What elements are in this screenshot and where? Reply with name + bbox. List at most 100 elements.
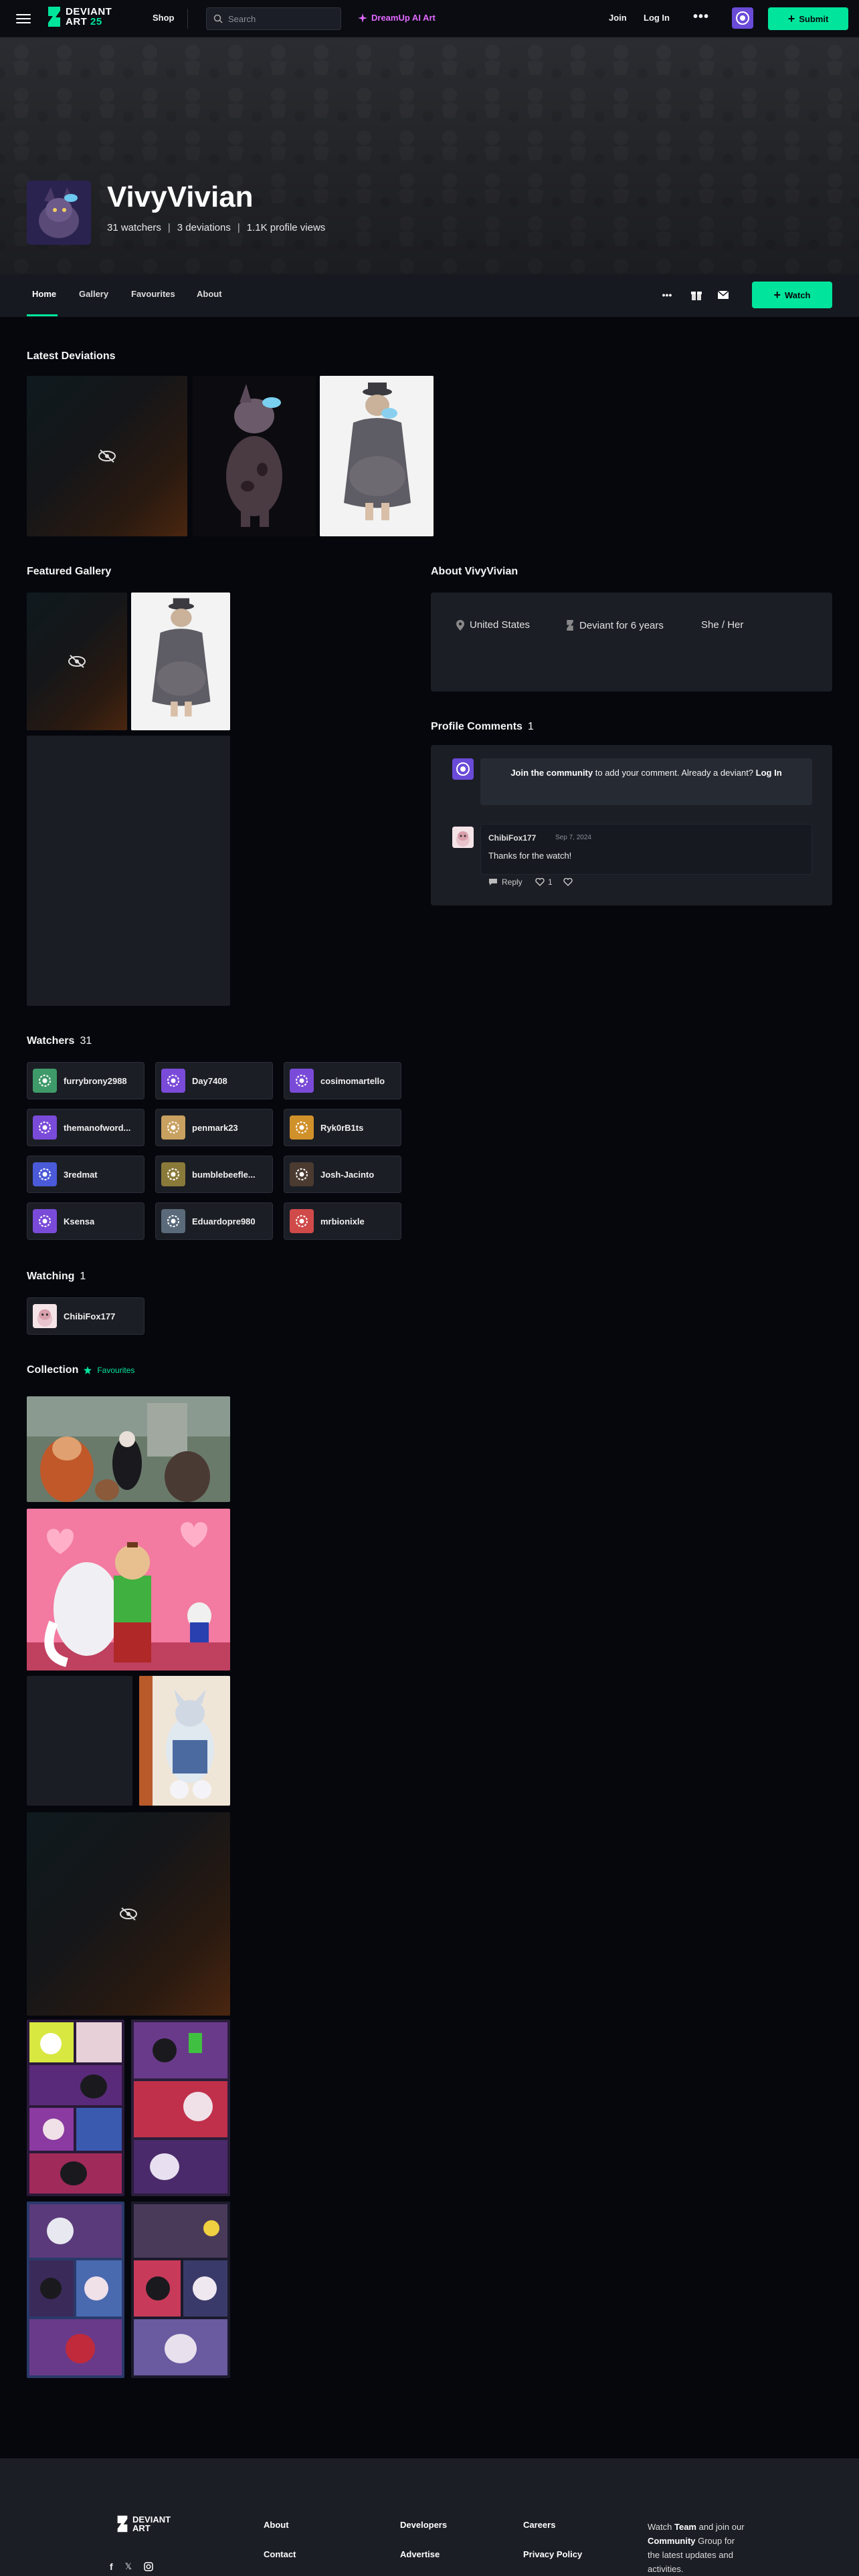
search-icon	[213, 14, 223, 23]
collection-thumbnail[interactable]	[27, 1509, 230, 1671]
footer-link-contact[interactable]: Contact	[264, 2549, 296, 2559]
watcher-item[interactable]: mrbionixle	[284, 1202, 401, 1240]
tab-gallery[interactable]: Gallery	[79, 289, 108, 299]
shop-link[interactable]: Shop	[153, 13, 175, 23]
footer-link-careers[interactable]: Careers	[523, 2520, 555, 2530]
menu-icon[interactable]	[16, 11, 31, 26]
search-box[interactable]	[206, 7, 341, 30]
watcher-avatar	[290, 1209, 314, 1233]
tab-about[interactable]: About	[197, 289, 222, 299]
footer-link-privacy[interactable]: Privacy Policy	[523, 2549, 582, 2559]
profile-avatar[interactable]	[27, 181, 91, 245]
profile-more-button[interactable]: •••	[660, 288, 674, 302]
comment-date: Sep 7, 2024	[555, 834, 591, 841]
banner-pattern	[0, 37, 859, 274]
active-tab-indicator	[27, 314, 58, 316]
collection-art	[27, 2020, 124, 2196]
footer-link-developers[interactable]: Developers	[400, 2520, 447, 2530]
search-input[interactable]	[228, 13, 328, 24]
collection-art	[131, 2020, 230, 2196]
collection-art	[27, 2202, 124, 2378]
tab-favourites[interactable]: Favourites	[131, 289, 175, 299]
team-link[interactable]: Team	[674, 2522, 696, 2532]
submit-button[interactable]: + Submit	[768, 7, 848, 30]
watcher-item[interactable]: bumblebeefle...	[155, 1156, 273, 1193]
deviation-art	[193, 376, 316, 536]
deviations-stat[interactable]: 3 deviations	[177, 222, 231, 233]
logo-line1: DEVIANT	[66, 6, 112, 17]
latest-deviations-title: Latest Deviations	[27, 350, 116, 362]
watcher-item[interactable]: furrybrony2988	[27, 1062, 145, 1099]
logo-badge: 25	[90, 16, 102, 27]
watchers-stat[interactable]: 31 watchers	[107, 222, 161, 233]
collection-art	[131, 2202, 230, 2378]
watcher-item[interactable]: penmark23	[155, 1109, 273, 1146]
instagram-icon[interactable]	[144, 2562, 153, 2571]
comment-login-link[interactable]: Log In	[756, 768, 782, 778]
join-link[interactable]: Join	[609, 13, 627, 23]
deviation-thumbnail[interactable]	[320, 376, 434, 536]
deviation-art	[131, 593, 230, 730]
dislike-button[interactable]	[563, 877, 573, 889]
facebook-icon[interactable]: f	[110, 2561, 113, 2572]
location-pin-icon	[456, 619, 464, 631]
deviation-thumbnail[interactable]	[131, 593, 230, 730]
views-stat: 1.1K profile views	[246, 222, 326, 233]
watcher-item[interactable]: Josh-Jacinto	[284, 1156, 401, 1193]
commenter-avatar[interactable]	[452, 827, 474, 848]
deviantart-logo-icon	[117, 2515, 128, 2533]
collection-thumbnail[interactable]	[27, 1396, 230, 1502]
footer-link-about[interactable]: About	[264, 2520, 289, 2530]
more-menu-button[interactable]: •••	[693, 9, 709, 25]
deviantart-mark-icon	[567, 620, 573, 631]
login-link[interactable]: Log In	[644, 13, 670, 23]
collection-thumbnail[interactable]	[27, 2020, 124, 2196]
collection-thumbnail[interactable]	[131, 2020, 230, 2196]
watcher-item[interactable]: 3redmat	[27, 1156, 145, 1193]
like-button[interactable]: 1	[535, 877, 553, 887]
footer-logo[interactable]: DEVIANT ART	[116, 2514, 171, 2533]
profile-name: VivyVivian	[107, 181, 254, 213]
collection-tag[interactable]: Favourites	[97, 1366, 134, 1375]
gift-icon[interactable]	[689, 288, 704, 302]
watcher-name: cosimomartello	[320, 1075, 385, 1086]
join-community-link[interactable]: Join the community	[510, 768, 593, 778]
watcher-item[interactable]: Ryk0rB1ts	[284, 1109, 401, 1146]
mature-thumbnail[interactable]	[27, 1812, 230, 2016]
user-avatar[interactable]	[732, 7, 753, 29]
deviation-thumbnail[interactable]	[193, 376, 316, 536]
watch-button[interactable]: + Watch	[752, 282, 832, 308]
comment-author[interactable]: ChibiFox177	[488, 833, 536, 843]
message-icon[interactable]	[716, 288, 731, 302]
deviantart-logo[interactable]: DEVIANT ART 25	[47, 5, 112, 28]
footer-watch-team: Watch Team and join our Community Group …	[648, 2520, 748, 2576]
watcher-item[interactable]: Eduardopre980	[155, 1202, 273, 1240]
collection-placeholder[interactable]	[27, 1676, 132, 1806]
reply-button[interactable]: Reply	[488, 877, 522, 887]
pronouns-item: She / Her	[701, 619, 743, 631]
footer-link-advertise[interactable]: Advertise	[400, 2549, 440, 2559]
dreamup-link[interactable]: DreamUp AI Art	[358, 13, 436, 23]
watcher-item[interactable]: themanofword...	[27, 1109, 145, 1146]
watcher-item[interactable]: cosimomartello	[284, 1062, 401, 1099]
watcher-avatar	[161, 1115, 185, 1140]
watching-name: ChibiFox177	[64, 1311, 116, 1321]
community-link[interactable]: Community	[648, 2536, 696, 2546]
collection-thumbnail[interactable]	[139, 1676, 230, 1806]
watcher-name: penmark23	[192, 1122, 238, 1133]
watcher-avatar	[290, 1069, 314, 1093]
tenure-text: Deviant for 6 years	[579, 619, 664, 631]
gallery-placeholder[interactable]	[27, 736, 230, 1006]
collection-thumbnail[interactable]	[27, 2202, 124, 2378]
watching-label: Watching	[27, 1271, 75, 1282]
profile-comments-count: 1	[527, 721, 534, 732]
mature-thumbnail[interactable]	[27, 593, 127, 730]
watcher-item[interactable]: Day7408	[155, 1062, 273, 1099]
mature-thumbnail[interactable]	[27, 376, 187, 536]
watchers-title: Watchers 31	[27, 1035, 92, 1047]
tab-home[interactable]: Home	[32, 289, 56, 299]
x-icon[interactable]: 𝕏	[125, 2561, 132, 2572]
watching-item[interactable]: ChibiFox177	[27, 1297, 145, 1335]
watcher-item[interactable]: Ksensa	[27, 1202, 145, 1240]
collection-thumbnail[interactable]	[131, 2202, 230, 2378]
